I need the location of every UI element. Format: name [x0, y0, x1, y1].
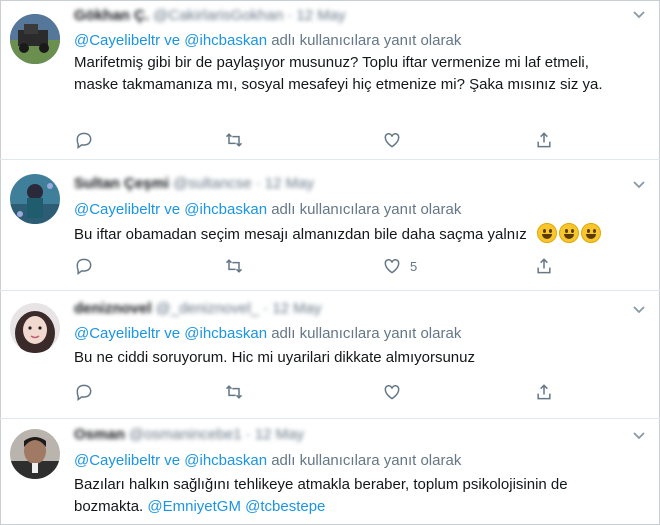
user-handle[interactable]: @CakirlarisGokhan — [153, 7, 283, 24]
reply-context: @Cayelibeltr ve @ihcbaskan adlı kullanıc… — [74, 451, 461, 471]
tweet-actions — [64, 128, 564, 152]
caret-down-icon[interactable] — [632, 303, 646, 317]
reply-button[interactable] — [74, 380, 94, 404]
caret-down-icon[interactable] — [632, 8, 646, 22]
avatar[interactable] — [10, 14, 60, 64]
avatar-image — [10, 429, 60, 479]
like-icon — [384, 384, 400, 400]
tweet-date[interactable]: · 12 May — [256, 175, 314, 192]
grinning-emoji — [580, 223, 601, 243]
tweet-4[interactable]: Osman @osmanincebe1 · 12 May @Cayelibeltr … — [0, 419, 660, 525]
reply-icon — [76, 384, 92, 401]
user-handle[interactable]: @osmanincebe1 — [129, 426, 242, 443]
tweet-3[interactable]: deniznovel @_deniznovel_ · 12 May @Cayelib… — [0, 291, 660, 419]
share-button[interactable] — [534, 128, 554, 152]
share-icon — [537, 132, 551, 148]
caret-down-icon[interactable] — [632, 429, 646, 443]
user-handle[interactable]: @_deniznovel_ — [156, 300, 260, 317]
tweet-date[interactable]: · 12 May — [246, 426, 304, 443]
reply-suffix: adlı kullanıcılara yanıt olarak — [267, 201, 462, 218]
reply-mentions[interactable]: @Cayelibeltr ve @ihcbaskan — [74, 201, 267, 218]
reply-context: @Cayelibeltr ve @ihcbaskan adlı kullanıc… — [74, 200, 461, 220]
reply-button[interactable] — [74, 128, 94, 152]
like-count: 5 — [410, 258, 418, 274]
avatar[interactable] — [10, 174, 60, 224]
display-name[interactable]: Sultan Çeşmi — [74, 175, 169, 192]
avatar[interactable] — [10, 429, 60, 479]
retweet-icon — [225, 133, 243, 147]
like-icon — [384, 258, 400, 274]
tweet-header: Sultan Çeşmi @sultancse · 12 May — [74, 174, 314, 194]
grinning-emoji — [558, 223, 579, 243]
reply-suffix: adlı kullanıcılara yanıt olarak — [267, 325, 462, 342]
like-icon — [384, 132, 400, 148]
tweet-text-row: Bu iftar obamadan seçim mesajı almanızda… — [74, 223, 634, 246]
tweet-header: deniznovel @_deniznovel_ · 12 May — [74, 299, 322, 319]
retweet-icon — [225, 259, 243, 273]
share-icon — [537, 384, 551, 400]
avatar-image — [10, 303, 60, 353]
reply-mentions[interactable]: @Cayelibeltr ve @ihcbaskan — [74, 32, 267, 49]
retweet-button[interactable] — [224, 128, 244, 152]
display-name[interactable]: Gökhan Ç. — [74, 7, 149, 24]
tweet-text-row: Bazıları halkın sağlığını tehlikeye atma… — [74, 474, 634, 518]
reply-mentions[interactable]: @Cayelibeltr ve @ihcbaskan — [74, 452, 267, 469]
tweet-mentions[interactable]: @EmniyetGM @tcbestepe — [147, 498, 325, 515]
display-name[interactable]: deniznovel — [74, 300, 152, 317]
tweet-1[interactable]: Gökhan Ç. @CakirlarisGokhan · 12 May @Caye… — [0, 0, 660, 160]
user-handle[interactable]: @sultancse — [173, 175, 252, 192]
reply-button[interactable] — [74, 254, 94, 278]
display-name[interactable]: Osman — [74, 426, 125, 443]
caret-down-icon[interactable] — [632, 178, 646, 192]
reply-context: @Cayelibeltr ve @ihcbaskan adlı kullanıc… — [74, 31, 461, 51]
retweet-button[interactable] — [224, 380, 244, 404]
tweet-actions: 5 — [64, 254, 564, 278]
tweet-text: Bu iftar obamadan seçim mesajı almanızda… — [74, 226, 527, 243]
tweet-header: Gökhan Ç. @CakirlarisGokhan · 12 May — [74, 6, 346, 26]
share-icon — [537, 258, 551, 274]
share-button[interactable] — [534, 254, 554, 278]
retweet-icon — [225, 385, 243, 399]
avatar-image — [10, 174, 60, 224]
reply-icon — [76, 258, 92, 275]
grinning-emoji — [536, 223, 557, 243]
avatar[interactable] — [10, 303, 60, 353]
like-button[interactable] — [382, 128, 410, 152]
tweet-text: Bu ne ciddi soruyorum. Hic mi uyarilari … — [74, 349, 475, 366]
avatar-image — [10, 14, 60, 64]
tweet-header: Osman @osmanincebe1 · 12 May — [74, 425, 304, 445]
tweet-text: Marifetmiş gibi bir de paylaşıyor musunu… — [74, 54, 603, 93]
reply-suffix: adlı kullanıcılara yanıt olarak — [267, 452, 462, 469]
tweet-2[interactable]: Sultan Çeşmi @sultancse · 12 May @Cayelibe… — [0, 160, 660, 291]
reply-suffix: adlı kullanıcılara yanıt olarak — [267, 32, 462, 49]
share-button[interactable] — [534, 380, 554, 404]
retweet-button[interactable] — [224, 254, 244, 278]
like-button[interactable]: 5 — [382, 254, 417, 278]
tweet-actions — [64, 380, 564, 404]
reply-mentions[interactable]: @Cayelibeltr ve @ihcbaskan — [74, 325, 267, 342]
reply-context: @Cayelibeltr ve @ihcbaskan adlı kullanıc… — [74, 324, 461, 344]
like-button[interactable] — [382, 380, 410, 404]
tweet-date[interactable]: · 12 May — [263, 300, 321, 317]
reply-icon — [76, 132, 92, 149]
tweet-date[interactable]: · 12 May — [287, 7, 345, 24]
